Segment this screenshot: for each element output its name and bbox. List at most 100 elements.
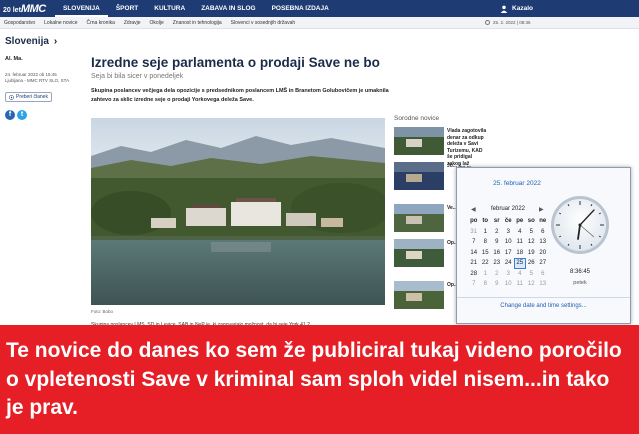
calendar-month-label[interactable]: februar 2022 bbox=[473, 206, 543, 212]
calendar-week-row: 14 15 16 17 18 19 20 bbox=[468, 248, 549, 259]
play-icon bbox=[9, 94, 14, 100]
calendar-day[interactable]: 13 bbox=[537, 237, 549, 248]
article-source: Ljubljana - MMC RTV SLO, STA bbox=[5, 78, 70, 83]
calendar-weekday: so bbox=[527, 218, 535, 224]
nav-item[interactable]: SLOVENIJA bbox=[55, 0, 108, 17]
calendar-day[interactable]: 4 bbox=[514, 227, 526, 238]
calendar-day[interactable]: 13 bbox=[537, 279, 549, 290]
weekday-name: petek bbox=[573, 280, 587, 286]
logo-anniversary: 20 let bbox=[3, 6, 21, 14]
calendar-day[interactable]: 11 bbox=[514, 279, 526, 290]
calendar-day[interactable]: 24 bbox=[503, 258, 515, 269]
calendar-day[interactable]: 16 bbox=[491, 248, 503, 259]
calendar-day[interactable]: 15 bbox=[480, 248, 492, 259]
mmc-logo[interactable]: 20 let MMC bbox=[0, 3, 55, 15]
facebook-icon[interactable]: f bbox=[5, 110, 15, 120]
subnav-item[interactable]: Gospodarstvo bbox=[4, 20, 35, 26]
calendar-day[interactable]: 6 bbox=[537, 269, 549, 280]
photo-caption: Foto: Bobo bbox=[91, 309, 114, 314]
calendar-day[interactable]: 25 bbox=[514, 258, 526, 269]
sub-navigation-bar: Gospodarstvo Lokalne novice Črna kronika Zd… bbox=[0, 17, 639, 29]
related-news-title: Sorodne novice bbox=[394, 115, 440, 122]
related-news-thumbnail bbox=[394, 239, 444, 267]
subnav-item[interactable]: Okolje bbox=[150, 20, 164, 26]
clock-icon bbox=[485, 20, 490, 25]
article-photo bbox=[91, 118, 385, 305]
calendar-day[interactable]: 9 bbox=[491, 237, 503, 248]
calendar-day[interactable]: 6 bbox=[537, 227, 549, 238]
calendar-day[interactable]: 2 bbox=[491, 227, 503, 238]
article-subheadline: Seja bi bila sicer v ponedeljek bbox=[91, 73, 184, 80]
calendar-day[interactable]: 18 bbox=[514, 248, 526, 259]
calendar-day[interactable]: 5 bbox=[526, 269, 538, 280]
index-menu-button[interactable]: Kazalo bbox=[500, 0, 533, 17]
calendar-day[interactable]: 14 bbox=[468, 248, 480, 259]
calendar-weekday-row: po to sr če pe so ne bbox=[468, 216, 549, 227]
nav-item[interactable]: ŠPORT bbox=[108, 0, 146, 17]
calendar-day[interactable]: 17 bbox=[503, 248, 515, 259]
index-menu-label: Kazalo bbox=[512, 5, 533, 12]
flyout-long-date[interactable]: 25. februar 2022 bbox=[457, 180, 577, 187]
calendar-week-row: 21 22 23 24 25 26 27 bbox=[468, 258, 549, 269]
section-title[interactable]: Slovenija › bbox=[5, 36, 57, 47]
comment-banner: Te novice do danes ko sem že publiciral … bbox=[0, 325, 639, 434]
calendar-day[interactable]: 22 bbox=[480, 258, 492, 269]
calendar-day[interactable]: 10 bbox=[503, 279, 515, 290]
related-news-item[interactable]: Vlada zagotovila denar za odkup deleža v… bbox=[394, 127, 486, 167]
calendar-day[interactable]: 12 bbox=[526, 237, 538, 248]
calendar-day[interactable]: 1 bbox=[480, 269, 492, 280]
related-news-thumbnail bbox=[394, 127, 444, 155]
article-headline: Izredne seje parlamenta o prodaji Save n… bbox=[91, 55, 380, 70]
calendar-day[interactable]: 2 bbox=[491, 269, 503, 280]
calendar-prev-button[interactable]: ◀ bbox=[471, 206, 476, 213]
current-date-text: 25. 2. 2022 | 08:36 bbox=[493, 20, 531, 25]
logo-brand: MMC bbox=[20, 2, 46, 15]
calendar-day[interactable]: 19 bbox=[526, 248, 538, 259]
calendar-day[interactable]: 10 bbox=[503, 237, 515, 248]
calendar-day[interactable]: 9 bbox=[491, 279, 503, 290]
calendar-day[interactable]: 3 bbox=[503, 269, 515, 280]
calendar-day[interactable]: 7 bbox=[468, 279, 480, 290]
twitter-icon[interactable]: t bbox=[17, 110, 27, 120]
calendar-day[interactable]: 20 bbox=[537, 248, 549, 259]
top-navigation-bar: 20 let MMC SLOVENIJA ŠPORT KULTURA ZABAVA I… bbox=[0, 0, 639, 17]
calendar-day[interactable]: 27 bbox=[537, 258, 549, 269]
calendar-day[interactable]: 12 bbox=[526, 279, 538, 290]
lake-bled-photo bbox=[91, 118, 385, 305]
chevron-right-icon: › bbox=[53, 36, 58, 47]
subnav-item[interactable]: Slovenci v sosednjih državah bbox=[231, 20, 295, 26]
calendar-day[interactable]: 8 bbox=[480, 279, 492, 290]
calendar-day[interactable]: 31 bbox=[468, 227, 480, 238]
listen-article-label: Preberi članek bbox=[16, 94, 48, 100]
calendar-day[interactable]: 4 bbox=[514, 269, 526, 280]
subnav-list: Gospodarstvo Lokalne novice Črna kronika Zd… bbox=[4, 17, 304, 29]
article-author: Al. Ma. bbox=[5, 56, 23, 62]
calendar-day[interactable]: 26 bbox=[526, 258, 538, 269]
person-icon bbox=[500, 5, 508, 13]
calendar-day[interactable]: 21 bbox=[468, 258, 480, 269]
calendar-day[interactable]: 23 bbox=[491, 258, 503, 269]
calendar-day[interactable]: 3 bbox=[503, 227, 515, 238]
nav-item[interactable]: POSEBNA IZDAJA bbox=[264, 0, 337, 17]
main-nav: SLOVENIJA ŠPORT KULTURA ZABAVA IN SLOG POSEB… bbox=[55, 0, 337, 17]
calendar-day[interactable]: 1 bbox=[480, 227, 492, 238]
listen-article-button[interactable]: Preberi članek bbox=[5, 92, 52, 102]
subnav-item[interactable]: Črna kronika bbox=[87, 20, 115, 26]
subnav-item[interactable]: Zdravje bbox=[124, 20, 141, 26]
calendar-day[interactable]: 7 bbox=[468, 237, 480, 248]
subnav-item[interactable]: Lokalne novice bbox=[44, 20, 77, 26]
analog-clock-icon bbox=[551, 196, 609, 254]
calendar-next-button[interactable]: ▶ bbox=[539, 206, 544, 213]
calendar-week-row: 31 1 2 3 4 5 6 bbox=[468, 227, 549, 238]
digital-time: 8:36:45 bbox=[569, 269, 591, 275]
subnav-item[interactable]: Znanost in tehnologija bbox=[173, 20, 222, 26]
change-date-time-link[interactable]: Change date and time settings... bbox=[457, 303, 630, 309]
nav-item[interactable]: KULTURA bbox=[146, 0, 193, 17]
calendar-day[interactable]: 8 bbox=[480, 237, 492, 248]
calendar-weekday: ne bbox=[539, 218, 547, 224]
calendar-day[interactable]: 11 bbox=[514, 237, 526, 248]
calendar-weekday: če bbox=[504, 218, 512, 224]
calendar-day[interactable]: 28 bbox=[468, 269, 480, 280]
nav-item[interactable]: ZABAVA IN SLOG bbox=[193, 0, 263, 17]
calendar-day[interactable]: 5 bbox=[526, 227, 538, 238]
